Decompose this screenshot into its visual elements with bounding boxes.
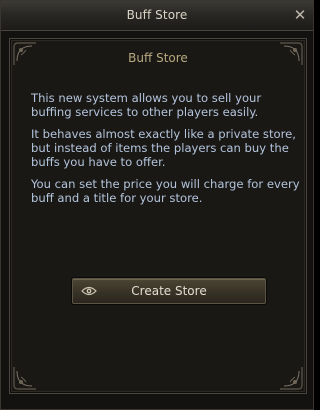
description-paragraph: You can set the price you will charge fo… (31, 177, 300, 205)
content-panel: Buff Store This new system allows you to… (9, 38, 307, 394)
create-store-button[interactable]: Create Store (72, 278, 266, 304)
buff-store-window: Buff Store ✕ Buff Store This new system … (0, 0, 314, 410)
window-titlebar[interactable]: Buff Store ✕ (1, 1, 313, 31)
create-store-label: Create Store (131, 284, 207, 298)
close-icon[interactable]: ✕ (292, 7, 308, 23)
corner-ornament-icon (280, 367, 303, 390)
window-title: Buff Store (126, 8, 188, 22)
description-paragraph: It behaves almost exactly like a private… (31, 127, 296, 169)
corner-ornament-icon (13, 367, 36, 390)
description-paragraph: This new system allows you to sell your … (31, 91, 262, 119)
panel-heading: Buff Store (128, 51, 188, 65)
description-text: This new system allows you to sell your … (31, 91, 303, 213)
